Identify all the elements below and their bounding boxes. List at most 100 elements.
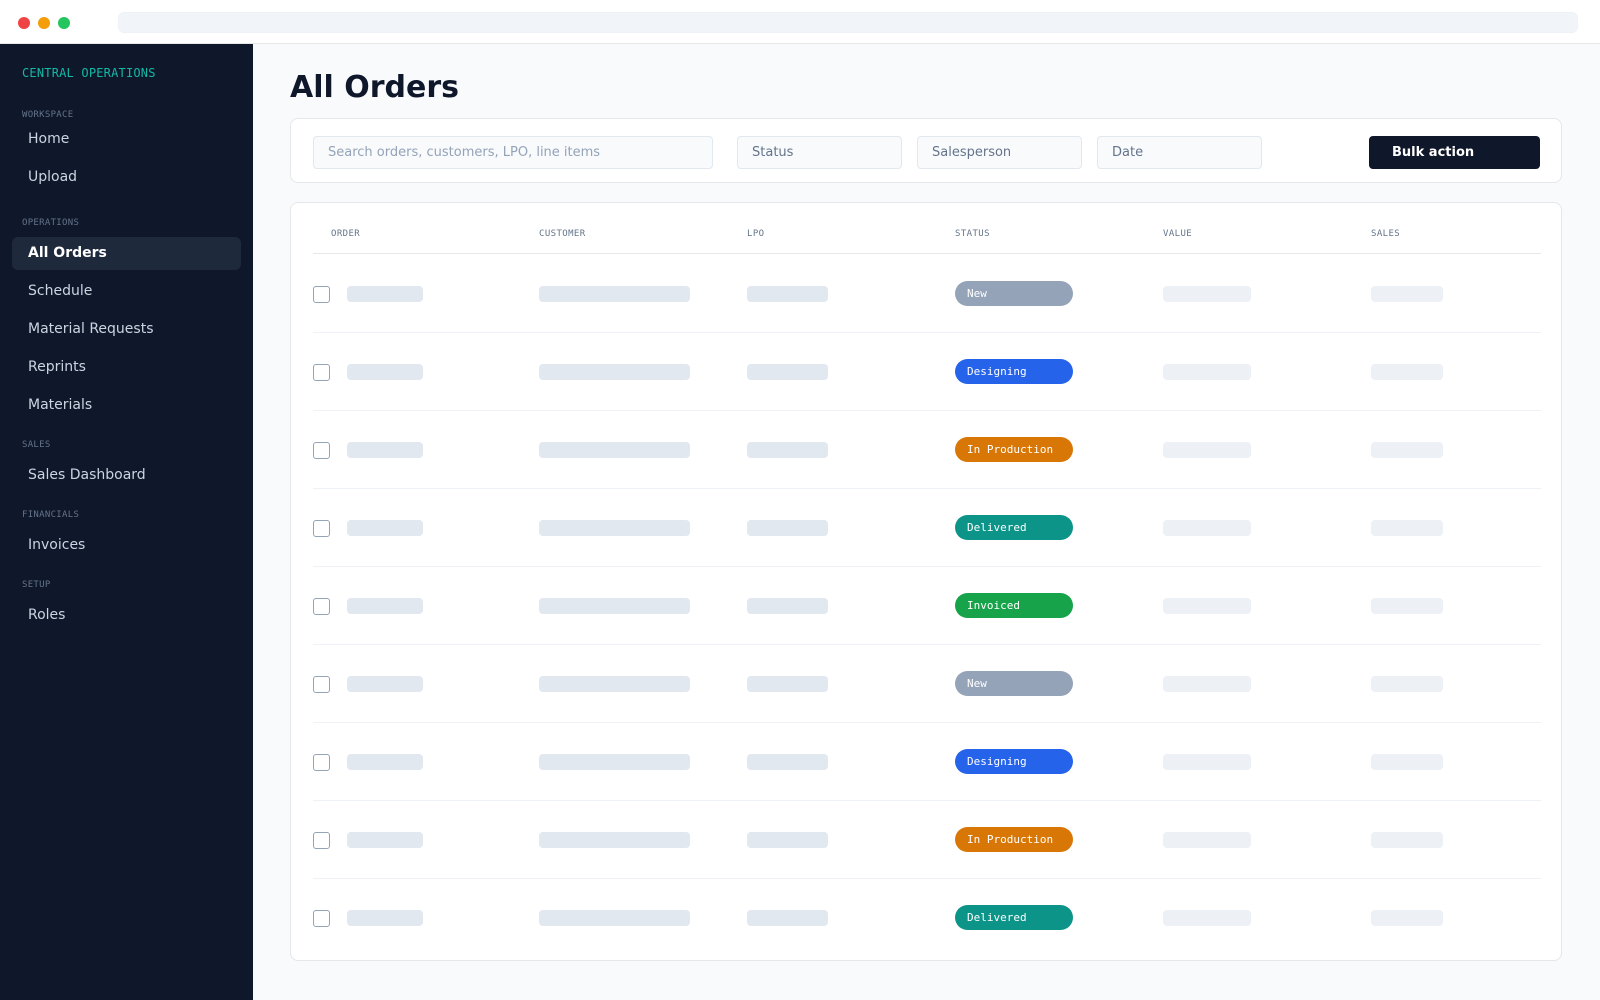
address-bar[interactable] [118,12,1578,33]
value-cell-placeholder [1163,520,1251,536]
customer-cell-placeholder [539,286,690,302]
sales-cell-placeholder [1371,520,1443,536]
status-filter[interactable]: Status [737,136,902,169]
section-label-setup: SETUP [22,580,51,590]
page-title: All Orders [290,70,459,105]
order-cell-placeholder [347,832,423,848]
window-titlebar [0,0,1600,44]
sidebar-item-sales-dashboard[interactable]: Sales Dashboard [12,459,241,492]
table-row[interactable]: Delivered [313,879,1541,957]
status-badge: In Production [955,437,1073,462]
column-header-order[interactable]: ORDER [331,229,360,239]
sidebar-item-roles[interactable]: Roles [12,599,241,632]
order-cell-placeholder [347,442,423,458]
sidebar-item-materials[interactable]: Materials [12,389,241,422]
close-window-icon[interactable] [18,17,30,29]
lpo-cell-placeholder [747,520,828,536]
lpo-cell-placeholder [747,598,828,614]
row-select-checkbox[interactable] [313,598,330,615]
row-select-checkbox[interactable] [313,754,330,771]
row-select-checkbox[interactable] [313,676,330,693]
order-cell-placeholder [347,754,423,770]
sales-cell-placeholder [1371,442,1443,458]
status-badge: New [955,671,1073,696]
status-badge: Designing [955,359,1073,384]
value-cell-placeholder [1163,754,1251,770]
column-header-lpo[interactable]: LPO [747,229,764,239]
date-filter[interactable]: Date [1097,136,1262,169]
table-row[interactable]: New [313,645,1541,723]
table-row[interactable]: Designing [313,333,1541,411]
lpo-cell-placeholder [747,676,828,692]
row-select-checkbox[interactable] [313,520,330,537]
filter-bar: Search orders, customers, LPO, line item… [290,118,1562,183]
lpo-cell-placeholder [747,832,828,848]
sidebar-item-upload[interactable]: Upload [12,161,241,194]
order-cell-placeholder [347,598,423,614]
minimize-window-icon[interactable] [38,17,50,29]
sidebar-item-reprints[interactable]: Reprints [12,351,241,384]
table-row[interactable]: Invoiced [313,567,1541,645]
order-cell-placeholder [347,286,423,302]
table-row[interactable]: In Production [313,411,1541,489]
lpo-cell-placeholder [747,910,828,926]
sales-cell-placeholder [1371,286,1443,302]
status-badge: Delivered [955,515,1073,540]
bulk-action-button[interactable]: Bulk action [1369,136,1540,169]
status-badge: In Production [955,827,1073,852]
section-label-sales: SALES [22,440,51,450]
column-header-value[interactable]: VALUE [1163,229,1192,239]
sidebar: CENTRAL OPERATIONS WORKSPACE Home Upload… [0,44,253,1000]
value-cell-placeholder [1163,910,1251,926]
sales-cell-placeholder [1371,598,1443,614]
customer-cell-placeholder [539,832,690,848]
order-cell-placeholder [347,364,423,380]
maximize-window-icon[interactable] [58,17,70,29]
sales-cell-placeholder [1371,676,1443,692]
status-badge: Designing [955,749,1073,774]
table-row[interactable]: New [313,255,1541,333]
value-cell-placeholder [1163,676,1251,692]
brand-name: CENTRAL OPERATIONS [22,66,156,80]
lpo-cell-placeholder [747,286,828,302]
value-cell-placeholder [1163,286,1251,302]
lpo-cell-placeholder [747,754,828,770]
table-row[interactable]: Designing [313,723,1541,801]
row-select-checkbox[interactable] [313,364,330,381]
row-select-checkbox[interactable] [313,910,330,927]
search-input[interactable]: Search orders, customers, LPO, line item… [313,136,713,169]
column-header-status[interactable]: STATUS [955,229,990,239]
sidebar-item-home[interactable]: Home [12,123,241,156]
value-cell-placeholder [1163,442,1251,458]
status-badge: Delivered [955,905,1073,930]
value-cell-placeholder [1163,832,1251,848]
sales-cell-placeholder [1371,364,1443,380]
customer-cell-placeholder [539,754,690,770]
lpo-cell-placeholder [747,364,828,380]
row-select-checkbox[interactable] [313,286,330,303]
table-row[interactable]: In Production [313,801,1541,879]
customer-cell-placeholder [539,520,690,536]
customer-cell-placeholder [539,910,690,926]
sidebar-item-material-requests[interactable]: Material Requests [12,313,241,346]
salesperson-filter[interactable]: Salesperson [917,136,1082,169]
row-select-checkbox[interactable] [313,832,330,849]
sidebar-item-invoices[interactable]: Invoices [12,529,241,562]
column-header-sales[interactable]: SALES [1371,229,1400,239]
sidebar-item-schedule[interactable]: Schedule [12,275,241,308]
order-cell-placeholder [347,676,423,692]
column-header-customer[interactable]: CUSTOMER [539,229,586,239]
order-cell-placeholder [347,520,423,536]
order-cell-placeholder [347,910,423,926]
section-label-financials: FINANCIALS [22,510,80,520]
table-row[interactable]: Delivered [313,489,1541,567]
customer-cell-placeholder [539,676,690,692]
row-select-checkbox[interactable] [313,442,330,459]
lpo-cell-placeholder [747,442,828,458]
section-label-workspace: WORKSPACE [22,110,74,120]
sales-cell-placeholder [1371,832,1443,848]
value-cell-placeholder [1163,598,1251,614]
sidebar-item-all-orders[interactable]: All Orders [12,237,241,270]
status-badge: New [955,281,1073,306]
status-badge: Invoiced [955,593,1073,618]
